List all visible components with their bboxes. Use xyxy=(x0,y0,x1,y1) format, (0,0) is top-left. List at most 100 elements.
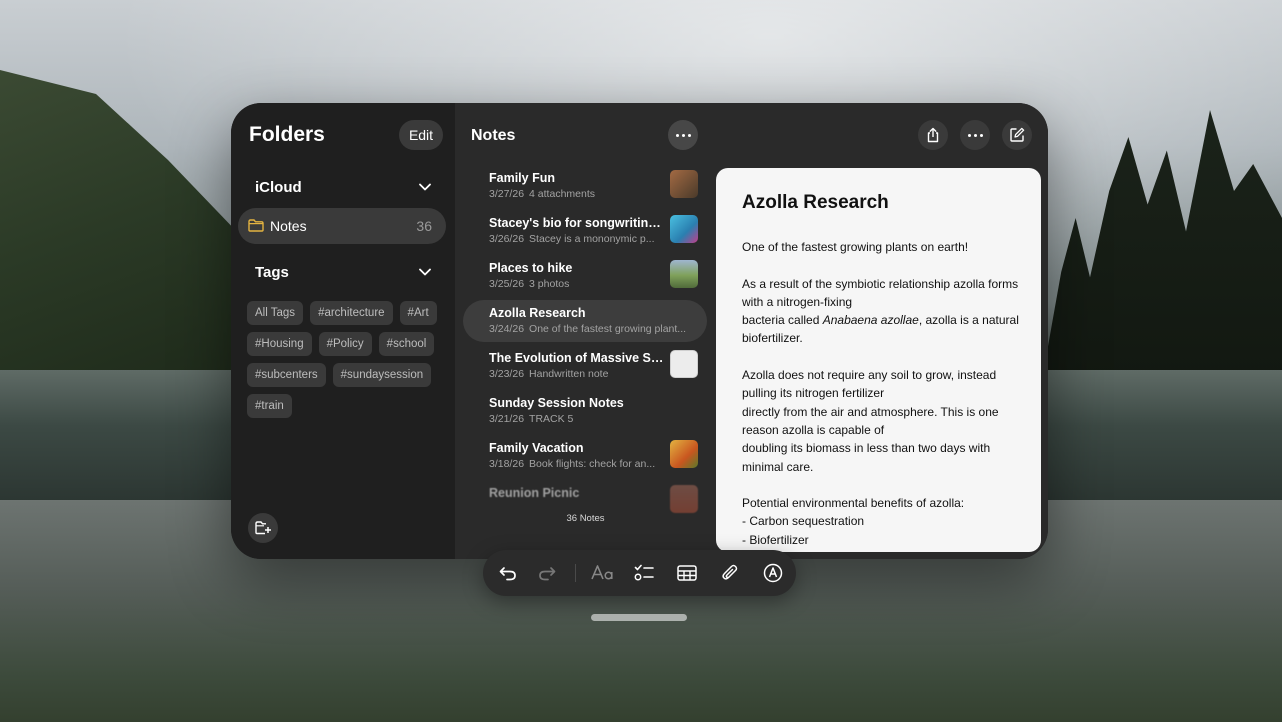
compose-icon xyxy=(1010,127,1025,142)
note-line: bacteria called xyxy=(742,313,823,328)
sidebar-title: Folders xyxy=(249,123,325,146)
folder-count: 36 xyxy=(416,218,432,234)
note-meta: 3/26/26 Stacey is a mononymic p... xyxy=(489,233,669,245)
share-button[interactable] xyxy=(918,120,948,150)
more-dot xyxy=(682,134,685,137)
note-item[interactable]: Sunday Session Notes 3/21/26 TRACK 5 xyxy=(463,390,707,432)
note-paragraph: Azolla does not require any soil to grow… xyxy=(742,366,1024,476)
note-line: - Carbon sequestration xyxy=(742,514,865,529)
note-title: The Evolution of Massive St... xyxy=(489,351,664,365)
notes-list-pane: Notes Family Fun 3/27/26 4 attachments St… xyxy=(455,103,716,559)
note-date: 3/24/26 xyxy=(489,323,525,335)
folders-sidebar: Folders Edit iCloud Notes 36 Tags All Ta… xyxy=(231,103,455,559)
formatting-toolbar xyxy=(483,550,796,596)
tag-chip[interactable]: #school xyxy=(378,332,435,356)
note-meta: 3/27/26 4 attachments xyxy=(489,188,669,200)
window-grabber-bar[interactable] xyxy=(591,614,687,621)
note-thumbnail xyxy=(670,170,698,198)
note-preview: Book flights: check for an... xyxy=(529,458,656,470)
more-dot xyxy=(980,134,983,137)
note-date: 3/23/26 xyxy=(489,368,525,380)
tag-chip[interactable]: #Policy xyxy=(318,332,372,356)
note-line: Potential environmental benefits of azol… xyxy=(742,496,965,511)
note-detail-pane: Azolla Research One of the fastest growi… xyxy=(716,103,1048,559)
note-title: Sunday Session Notes xyxy=(489,396,624,410)
note-meta: 3/21/26 TRACK 5 xyxy=(489,413,669,425)
note-item[interactable]: Family Vacation 3/18/26 Book flights: che… xyxy=(463,435,707,477)
list-more-button[interactable] xyxy=(668,120,698,150)
checklist-icon[interactable] xyxy=(633,562,655,584)
share-icon xyxy=(927,127,939,143)
text-format-icon[interactable] xyxy=(590,562,616,584)
note-meta: 3/24/26 One of the fastest growing plant.… xyxy=(489,323,699,335)
chevron-down-icon[interactable] xyxy=(419,268,431,276)
chevron-down-icon[interactable] xyxy=(419,183,431,191)
undo-icon[interactable] xyxy=(497,562,519,584)
note-line: directly from the air and atmosphere. Th… xyxy=(742,404,999,437)
note-preview: 4 attachments xyxy=(529,188,595,200)
toolbar-divider xyxy=(575,564,576,582)
note-date: 3/26/26 xyxy=(489,233,525,245)
note-date: 3/18/26 xyxy=(489,458,525,470)
more-dot xyxy=(974,134,977,137)
tag-chip[interactable]: #architecture xyxy=(310,301,393,325)
tag-chip[interactable]: #train xyxy=(247,394,292,418)
markup-pen-icon[interactable] xyxy=(762,562,784,584)
note-title: Azolla Research xyxy=(489,306,586,320)
note-paragraph: As a result of the symbiotic relationshi… xyxy=(742,275,1024,348)
note-meta: 3/23/26 Handwritten note xyxy=(489,368,669,380)
note-thumbnail xyxy=(670,485,698,513)
note-title: Family Vacation xyxy=(489,441,584,455)
more-dot xyxy=(688,134,691,137)
note-thumbnail xyxy=(670,215,698,243)
note-preview: Stacey is a mononymic p... xyxy=(529,233,655,245)
note-title: Stacey's bio for songwriting... xyxy=(489,216,664,230)
folder-label: Notes xyxy=(270,218,307,234)
list-title: Notes xyxy=(471,127,516,144)
note-item[interactable]: Family Fun 3/27/26 4 attachments xyxy=(463,165,707,207)
compose-button[interactable] xyxy=(1002,120,1032,150)
redo-icon[interactable] xyxy=(536,562,558,584)
note-title: Places to hike xyxy=(489,261,573,275)
note-line: One of the fastest growing plants on ear… xyxy=(742,240,969,254)
note-content-card[interactable]: Azolla Research One of the fastest growi… xyxy=(716,168,1041,552)
note-paragraph: Potential environmental benefits of azol… xyxy=(742,494,1024,549)
note-paragraph: One of the fastest growing plants on ear… xyxy=(742,238,1024,256)
note-title: Reunion Picnic xyxy=(489,486,580,500)
tag-chip[interactable]: #Housing xyxy=(247,332,312,356)
note-line: doubling its biomass in less than two da… xyxy=(742,441,991,474)
note-preview: TRACK 5 xyxy=(529,413,574,425)
note-line: Azolla does not require any soil to grow… xyxy=(742,368,997,401)
note-line: As a result of the symbiotic relationshi… xyxy=(742,276,1019,309)
note-title: Family Fun xyxy=(489,171,555,185)
note-date: 3/27/26 xyxy=(489,188,525,200)
note-item[interactable]: Places to hike 3/25/26 3 photos xyxy=(463,255,707,297)
tag-chip[interactable]: #sundaysession xyxy=(332,363,432,387)
note-more-button[interactable] xyxy=(960,120,990,150)
table-icon[interactable] xyxy=(676,562,698,584)
notes-count-label: 36 Notes xyxy=(566,513,605,524)
folder-icon xyxy=(248,219,264,232)
tags-section-header[interactable]: Tags xyxy=(255,264,289,281)
tag-chip[interactable]: All Tags xyxy=(247,301,304,325)
note-item[interactable]: The Evolution of Massive St... 3/23/26 Ha… xyxy=(463,345,707,387)
new-folder-icon xyxy=(255,521,271,535)
attachment-icon[interactable] xyxy=(719,562,741,584)
note-date: 3/21/26 xyxy=(489,413,525,425)
new-folder-button[interactable] xyxy=(248,513,278,543)
tag-chip[interactable]: #Art xyxy=(399,301,437,325)
edit-button[interactable]: Edit xyxy=(399,120,443,150)
folder-item-notes[interactable]: Notes 36 xyxy=(238,208,446,244)
note-preview: One of the fastest growing plant... xyxy=(529,323,687,335)
tag-chip[interactable]: #subcenters xyxy=(247,363,326,387)
note-preview: 3 photos xyxy=(529,278,570,290)
tag-list: All Tags #architecture #Art #Housing #Po… xyxy=(247,301,447,418)
more-dot xyxy=(676,134,679,137)
notes-window: Folders Edit iCloud Notes 36 Tags All Ta… xyxy=(231,103,1048,559)
note-item[interactable]: Stacey's bio for songwriting... 3/26/26 S… xyxy=(463,210,707,252)
note-preview: Handwritten note xyxy=(529,368,609,380)
note-item-selected[interactable]: Azolla Research 3/24/26 One of the fastes… xyxy=(463,300,707,342)
note-italic-text: Anabaena azollae xyxy=(822,313,919,328)
note-line: - Biofertilizer xyxy=(742,532,809,547)
icloud-section-header[interactable]: iCloud xyxy=(255,179,302,196)
